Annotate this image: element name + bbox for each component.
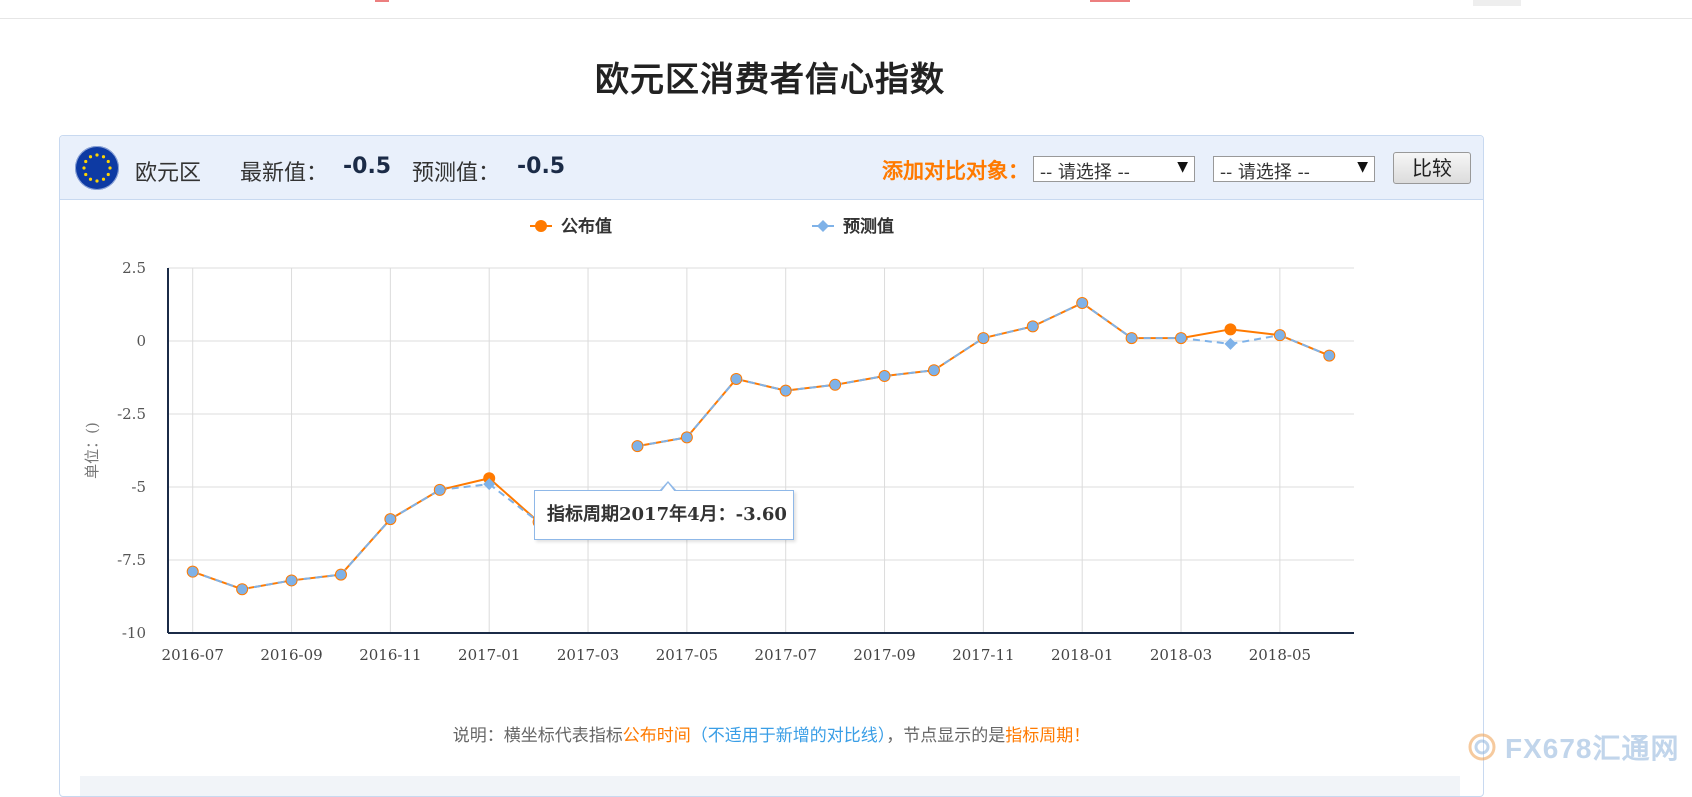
top-navigation-bar	[0, 0, 1692, 19]
x-tick-label: 2018-05	[1249, 646, 1311, 664]
tooltip-arrow-inner	[661, 483, 675, 492]
forecast-point	[928, 365, 939, 376]
y-tick-label: 2.5	[122, 259, 146, 277]
x-tick-label: 2017-07	[755, 646, 817, 664]
forecast-point	[830, 379, 841, 390]
footnote-prefix: 说明：横坐标代表指标	[452, 726, 623, 746]
forecast-point	[335, 569, 346, 580]
footnote-highlight-publish-time: 公布时间	[622, 726, 691, 746]
y-axis-label: 单位：()	[83, 422, 101, 479]
footnote-paren-note: （不适用于新增的对比线）	[690, 726, 887, 746]
published-point	[1224, 323, 1237, 336]
watermark-text: FX678汇通网	[1505, 733, 1680, 764]
tooltip-text: 指标周期2017年4月：-3.60	[547, 504, 787, 525]
legend-label: 公布值	[561, 216, 612, 237]
x-tick-label: 2016-07	[162, 646, 224, 664]
legend-label: 预测值	[843, 216, 894, 237]
forecast-point	[1077, 298, 1088, 309]
footnote-middle: ，节点显示的是	[886, 726, 1006, 746]
forecast-point	[780, 385, 791, 396]
y-tick-label: -10	[122, 624, 146, 642]
legend-item-forecast: 预测值	[812, 216, 894, 237]
y-tick-label: -5	[131, 478, 146, 496]
bottom-strip	[80, 776, 1460, 796]
line-chart: 2.5 0 -2.5 -5 -7.5 -10 2016-07 2016-09 2016-11 20…	[83, 216, 1354, 664]
forecast-point	[1027, 321, 1038, 332]
footnote-suffix: ！	[1073, 726, 1091, 746]
x-tick-label: 2017-03	[557, 646, 619, 664]
published-line-segment	[1230, 328, 1280, 337]
nav-fragment	[375, 0, 389, 2]
forecast-point	[237, 584, 248, 595]
forecast-point	[879, 371, 890, 382]
legend-marker	[535, 220, 547, 232]
x-tick-label: 2017-01	[458, 646, 520, 664]
nav-fragment	[1473, 0, 1521, 6]
x-tick-label: 2016-09	[260, 646, 322, 664]
forecast-point	[681, 432, 692, 443]
y-tick-label: -7.5	[117, 551, 146, 569]
forecast-point	[632, 441, 643, 452]
forecast-line-segment	[488, 483, 540, 523]
watermark: FX678汇通网	[1467, 730, 1680, 764]
watermark-logo-icon	[1468, 733, 1496, 761]
forecast-point	[385, 514, 396, 525]
forecast-point	[187, 566, 198, 577]
forecast-point	[1126, 333, 1137, 344]
x-tick-label: 2017-09	[853, 646, 915, 664]
x-tick-label: 2018-01	[1051, 646, 1113, 664]
footnote-highlight-period: 指标周期	[1005, 726, 1074, 746]
page-title: 欧元区消费者信心指数	[595, 60, 945, 100]
forecast-point	[1324, 350, 1335, 361]
published-line-segment	[1180, 328, 1231, 340]
forecast-point	[1224, 337, 1237, 350]
forecast-point	[978, 333, 989, 344]
legend-marker	[817, 220, 829, 232]
chart-footnote: 说明：横坐标代表指标公布时间（不适用于新增的对比线），节点显示的是指标周期！	[60, 721, 1483, 746]
x-tick-label: 2018-03	[1150, 646, 1212, 664]
x-tick-label: 2017-11	[952, 646, 1014, 664]
chart-tooltip: 指标周期2017年4月：-3.60	[534, 481, 794, 540]
forecast-point	[731, 373, 742, 384]
forecast-point	[434, 484, 445, 495]
forecast-point	[1176, 333, 1187, 344]
forecast-point	[1274, 330, 1285, 341]
legend-item-published: 公布值	[530, 216, 612, 237]
forecast-point	[286, 575, 297, 586]
y-tick-label: -2.5	[117, 405, 146, 423]
indicator-panel: 欧元区 最新值： -0.5 预测值： -0.5 添加对比对象： -- 请选择 -…	[59, 135, 1484, 797]
nav-fragment	[1090, 0, 1130, 2]
y-tick-label: 0	[136, 332, 146, 350]
x-tick-label: 2017-05	[656, 646, 718, 664]
x-tick-label: 2016-11	[359, 646, 421, 664]
forecast-line-segment	[1230, 334, 1281, 345]
